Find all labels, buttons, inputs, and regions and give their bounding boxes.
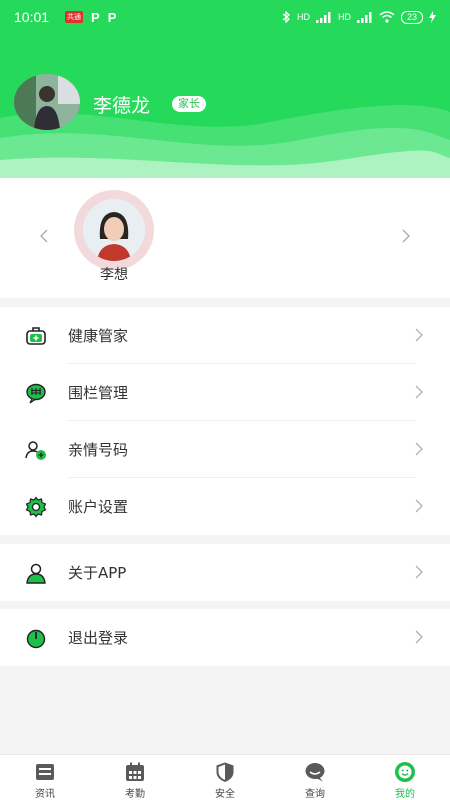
medical-kit-icon [26, 327, 46, 345]
user-name: 李德龙 [93, 96, 151, 117]
status-time: 10:01 [14, 9, 50, 25]
next-child-arrow[interactable] [398, 226, 414, 246]
chevron-right-icon [415, 328, 423, 342]
chevron-right-icon [415, 565, 423, 579]
child-portrait [83, 199, 145, 261]
user-info-icon [26, 563, 46, 584]
status-parking-icon-2: P [107, 9, 117, 25]
menu-group-main: 健康管家 围栏管理 亲情号码 账户设置 [0, 307, 450, 535]
chevron-right-icon [415, 499, 423, 513]
news-icon [36, 764, 54, 780]
nav-label-query: 查询 [305, 789, 325, 800]
menu-group-logout: 退出登录 [0, 609, 450, 666]
previous-child-arrow[interactable] [36, 226, 52, 246]
chat-bubble-icon [305, 763, 325, 782]
role-badge: 家长 [172, 96, 206, 112]
child-photo [83, 199, 145, 261]
nav-tab-query[interactable]: 查询 [270, 755, 360, 800]
nav-label-mine: 我的 [395, 789, 415, 800]
nav-tab-attendance[interactable]: 考勤 [90, 755, 180, 800]
charging-icon [429, 11, 436, 23]
nav-tab-news[interactable]: 资讯 [0, 755, 90, 800]
menu-label-about: 关于APP [68, 564, 127, 582]
chevron-right-icon [415, 630, 423, 644]
chevron-right-icon [402, 229, 410, 243]
menu-item-account-settings[interactable]: 账户设置 [0, 478, 450, 535]
power-icon [26, 629, 46, 649]
menu-group-about: 关于APP [0, 544, 450, 601]
chevron-right-icon [415, 385, 423, 399]
status-notification-badge: 共通 [65, 11, 84, 23]
nav-tab-safety[interactable]: 安全 [180, 755, 270, 800]
menu-item-fence[interactable]: 围栏管理 [0, 364, 450, 421]
smiley-icon [395, 762, 415, 782]
battery-level: 23 [400, 10, 423, 24]
chevron-left-icon [40, 229, 48, 243]
signal-hd-label-2: HD [337, 12, 351, 22]
menu-label-logout: 退出登录 [68, 629, 129, 647]
contacts-icon [25, 441, 46, 460]
user-avatar[interactable] [14, 74, 80, 130]
bluetooth-icon [282, 11, 290, 23]
menu-item-about[interactable]: 关于APP [0, 544, 450, 601]
shield-icon [216, 762, 234, 782]
fence-chat-icon [26, 383, 46, 404]
menu-label-fence: 围栏管理 [68, 384, 129, 402]
menu-item-health[interactable]: 健康管家 [0, 307, 450, 364]
wifi-icon [379, 11, 395, 23]
nav-label-news: 资讯 [35, 789, 55, 800]
calendar-icon [126, 762, 144, 781]
status-parking-icon: P [91, 9, 100, 25]
nav-label-attendance: 考勤 [125, 789, 145, 800]
menu-item-logout[interactable]: 退出登录 [0, 609, 450, 666]
child-selector-card: 李想 [0, 178, 450, 298]
status-bar: 10:01 共通 P P HD HD 23 [0, 0, 450, 34]
menu-item-family-numbers[interactable]: 亲情号码 [0, 421, 450, 478]
nav-tab-mine[interactable]: 我的 [360, 755, 450, 800]
signal-hd-label: HD [296, 12, 310, 22]
child-name: 李想 [100, 267, 128, 283]
menu-label-family-numbers: 亲情号码 [68, 441, 129, 459]
gear-icon [25, 496, 47, 518]
bottom-navigation: 资讯 考勤 安全 查询 我的 [0, 754, 450, 800]
menu-label-health: 健康管家 [68, 327, 129, 345]
menu-label-account-settings: 账户设置 [68, 498, 129, 516]
signal-strength-icon-2 [356, 11, 372, 23]
profile-header: 10:01 共通 P P HD HD 23 李德龙 家长 [0, 0, 450, 178]
nav-label-safety: 安全 [215, 789, 235, 800]
chevron-right-icon [415, 442, 423, 456]
avatar-photo [14, 74, 80, 130]
signal-strength-icon [315, 11, 331, 23]
child-avatar[interactable] [74, 190, 154, 270]
